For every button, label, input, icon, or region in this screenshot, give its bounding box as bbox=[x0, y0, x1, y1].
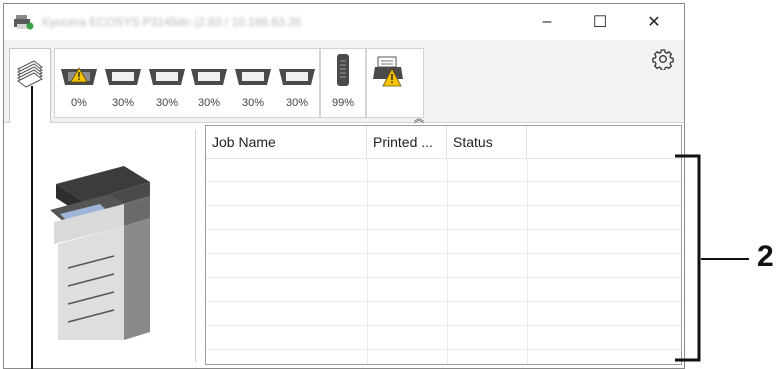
table-row bbox=[206, 302, 681, 326]
paper-warning-icon bbox=[373, 56, 403, 87]
pane-divider[interactable] bbox=[195, 130, 196, 362]
title-bar: Kyocera ECOSYS P3145dn (2.83 / 10.186.63… bbox=[4, 4, 684, 40]
table-row bbox=[206, 278, 681, 302]
column-header-printed[interactable]: Printed ... bbox=[367, 126, 447, 158]
maximize-button[interactable]: ☐ bbox=[577, 4, 623, 40]
paper-tray-icon bbox=[105, 69, 141, 85]
tray-status-panel[interactable]: 0% 30% 30% 30% 30% 30% bbox=[54, 48, 320, 118]
table-row bbox=[206, 158, 681, 182]
callout-pointer-line bbox=[31, 86, 33, 369]
gear-icon[interactable] bbox=[652, 48, 674, 70]
printer-app-icon bbox=[14, 15, 34, 30]
table-row bbox=[206, 326, 681, 350]
callout-leader-line bbox=[701, 258, 749, 260]
paper-tray-icon bbox=[279, 69, 315, 85]
tray-level-label: 30% bbox=[155, 97, 179, 109]
table-row bbox=[206, 206, 681, 230]
toner-status-panel[interactable]: 99% bbox=[320, 48, 366, 118]
tray-level-label: 30% bbox=[111, 97, 135, 109]
paper-tray-icon bbox=[61, 67, 97, 85]
table-row bbox=[206, 230, 681, 254]
stacked-pages-icon bbox=[17, 60, 43, 88]
column-header-blank[interactable] bbox=[527, 126, 681, 158]
job-list-table[interactable]: Job Name Printed ... Status bbox=[205, 125, 682, 365]
column-header-job-name[interactable]: Job Name bbox=[206, 126, 367, 158]
window-title: Kyocera ECOSYS P3145dn (2.83 / 10.186.63… bbox=[42, 15, 302, 29]
status-monitor-window: Kyocera ECOSYS P3145dn (2.83 / 10.186.63… bbox=[3, 3, 685, 369]
tray-level-label: 30% bbox=[241, 97, 265, 109]
tray-level-label: 30% bbox=[285, 97, 309, 109]
callout-number: 2 bbox=[757, 240, 774, 273]
printer-image bbox=[50, 166, 150, 340]
toner-level-label: 99% bbox=[331, 97, 355, 109]
toner-cartridge-icon bbox=[337, 54, 349, 86]
status-toolbar: 0% 30% 30% 30% 30% 30% 99% ︽ bbox=[4, 40, 684, 125]
paper-tray-icon bbox=[149, 69, 185, 85]
tray-level-label: 0% bbox=[71, 97, 87, 109]
callout-bracket bbox=[675, 154, 701, 362]
tray-level-label: 30% bbox=[197, 97, 221, 109]
paper-status-panel[interactable] bbox=[366, 48, 424, 118]
table-row bbox=[206, 254, 681, 278]
column-header-status[interactable]: Status bbox=[447, 126, 527, 158]
collapse-toolbar-icon[interactable]: ︽ bbox=[414, 110, 424, 125]
minimize-button[interactable]: – bbox=[524, 4, 570, 40]
close-button[interactable]: ✕ bbox=[631, 4, 677, 40]
paper-tray-icon bbox=[191, 69, 227, 85]
tab-jobs[interactable] bbox=[9, 48, 51, 123]
paper-tray-icon bbox=[235, 69, 271, 85]
table-row bbox=[206, 182, 681, 206]
table-header: Job Name Printed ... Status bbox=[206, 126, 681, 159]
